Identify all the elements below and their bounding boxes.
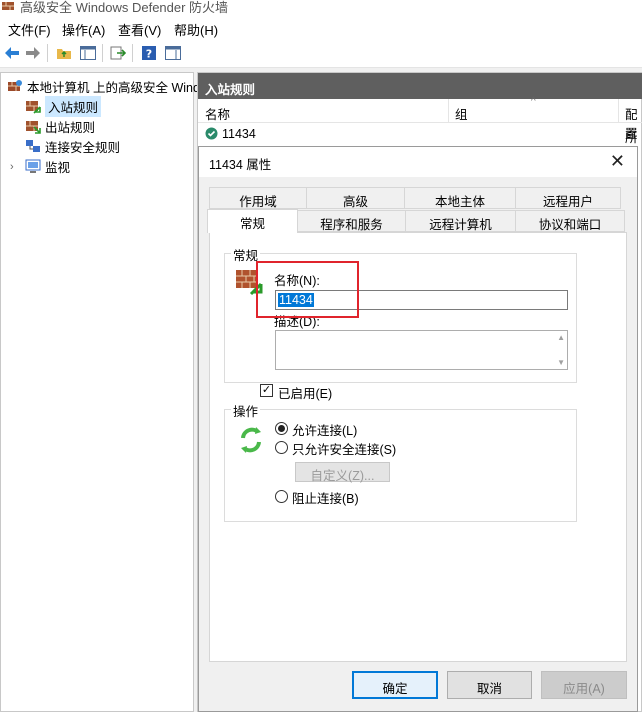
title-bar: 高级安全 Windows Defender 防火墙 bbox=[0, 0, 642, 16]
allow-connection-label: 允许连接(L) bbox=[292, 424, 358, 438]
forward-arrow-icon bbox=[26, 47, 40, 59]
back-arrow-icon bbox=[5, 47, 19, 59]
export-list-button[interactable] bbox=[109, 44, 127, 62]
export-icon bbox=[110, 46, 126, 60]
menu-help[interactable]: 帮助(H) bbox=[174, 20, 218, 39]
action-pane-icon bbox=[165, 46, 181, 60]
dialog-title-bar: 11434 属性 ✕ bbox=[199, 147, 637, 177]
action-group: 操作 允许连接(L) 只允许安全连接(S) 自定义(Z)... 阻止连接(B) bbox=[224, 401, 577, 522]
allow-connection-radio[interactable] bbox=[275, 422, 288, 435]
block-connection-label: 阻止连接(B) bbox=[292, 492, 359, 506]
forward-button[interactable] bbox=[24, 44, 42, 62]
menu-bar: 文件(F) 操作(A) 查看(V) 帮助(H) bbox=[0, 16, 642, 38]
show-action-pane-button[interactable] bbox=[164, 44, 182, 62]
tab-scope[interactable]: 作用域 bbox=[209, 187, 307, 209]
block-connection-radio[interactable] bbox=[275, 490, 288, 503]
monitor-icon bbox=[25, 159, 41, 173]
toolbar: ? bbox=[0, 38, 642, 68]
up-folder-button[interactable] bbox=[55, 44, 73, 62]
tab-remote-users[interactable]: 远程用户 bbox=[515, 187, 621, 209]
folder-up-icon bbox=[57, 49, 71, 59]
column-divider[interactable] bbox=[448, 99, 449, 123]
window-title: 高级安全 Windows Defender 防火墙 bbox=[20, 0, 229, 15]
firewall-app-window: 高级安全 Windows Defender 防火墙 文件(F) 操作(A) 查看… bbox=[0, 0, 642, 712]
column-header-row: 名称 组 ^ 配置 bbox=[198, 96, 642, 141]
customize-button[interactable]: 自定义(Z)... bbox=[295, 462, 390, 483]
dialog-title: 11434 属性 bbox=[209, 158, 272, 172]
rule-properties-dialog: 11434 属性 ✕ 作用域 高级 本地主体 远程用户 常规 程序和服务 远程计… bbox=[198, 146, 638, 712]
tab-advanced[interactable]: 高级 bbox=[306, 187, 405, 209]
outbound-rules-icon bbox=[26, 121, 41, 134]
allow-secure-connection-radio[interactable] bbox=[275, 441, 288, 454]
toolbar-separator bbox=[102, 44, 103, 62]
close-icon[interactable]: ✕ bbox=[610, 151, 625, 172]
tree-item-inbound-rules[interactable]: 入站规则 bbox=[25, 95, 102, 117]
show-hide-tree-button[interactable] bbox=[79, 44, 97, 62]
menu-view[interactable]: 查看(V) bbox=[118, 20, 161, 39]
column-header-name[interactable]: 名称 bbox=[205, 104, 230, 123]
tree-item-outbound-rules[interactable]: 出站规则 bbox=[25, 116, 95, 136]
allow-rule-check-icon bbox=[205, 127, 218, 140]
tree-item-label: 连接安全规则 bbox=[45, 140, 121, 155]
navigation-tree: 本地计算机 上的高级安全 Wind 入站规则 出站规则 连接安全规则 › 监视 bbox=[0, 72, 200, 712]
cancel-button[interactable]: 取消 bbox=[447, 671, 532, 699]
action-group-label: 操作 bbox=[231, 401, 261, 420]
description-field[interactable]: ▲ ▼ bbox=[275, 330, 568, 370]
menu-action[interactable]: 操作(A) bbox=[62, 20, 105, 39]
rule-name-cell: 11434 bbox=[222, 127, 256, 141]
tree-item-label: 监视 bbox=[45, 160, 71, 175]
help-button[interactable]: ? bbox=[140, 44, 158, 62]
scroll-up-icon[interactable]: ▲ bbox=[557, 333, 565, 342]
inbound-rules-icon bbox=[26, 101, 41, 114]
menu-file[interactable]: 文件(F) bbox=[8, 20, 51, 39]
firewall-icon bbox=[2, 2, 14, 10]
tab-local-principals[interactable]: 本地主体 bbox=[404, 187, 516, 209]
tab-general[interactable]: 常规 bbox=[207, 209, 298, 233]
computer-firewall-icon bbox=[8, 80, 22, 91]
connection-security-icon bbox=[26, 140, 40, 152]
tab-protocols-ports[interactable]: 协议和端口 bbox=[515, 210, 625, 232]
red-highlight-box bbox=[256, 261, 359, 318]
console-tree-icon bbox=[80, 46, 96, 60]
toolbar-separator bbox=[47, 44, 48, 62]
apply-button[interactable]: 应用(A) bbox=[541, 671, 627, 699]
tree-item-label: 入站规则 bbox=[45, 95, 102, 117]
table-row[interactable]: 11434 所有 bbox=[198, 125, 642, 164]
expand-chevron-icon[interactable]: › bbox=[10, 161, 14, 173]
tree-item-connection-security-rules[interactable]: 连接安全规则 bbox=[25, 136, 120, 156]
tab-programs-services[interactable]: 程序和服务 bbox=[297, 210, 406, 232]
tree-root[interactable]: 本地计算机 上的高级安全 Wind bbox=[7, 76, 200, 96]
column-header-group[interactable]: 组 bbox=[455, 104, 468, 123]
enabled-label: 已启用(E) bbox=[278, 387, 333, 401]
enabled-checkbox[interactable]: ✓ bbox=[260, 384, 273, 397]
back-button[interactable] bbox=[3, 44, 21, 62]
toolbar-separator bbox=[132, 44, 133, 62]
svg-text:?: ? bbox=[146, 48, 152, 61]
allow-secure-connection-label: 只允许安全连接(S) bbox=[292, 443, 397, 457]
tree-item-monitoring[interactable]: 监视 bbox=[25, 156, 70, 176]
scroll-down-icon[interactable]: ▼ bbox=[557, 358, 565, 367]
tree-item-label: 出站规则 bbox=[45, 120, 96, 135]
list-header: 入站规则 bbox=[198, 73, 642, 99]
tab-remote-computers[interactable]: 远程计算机 bbox=[405, 210, 516, 232]
tree-root-label: 本地计算机 上的高级安全 Wind bbox=[27, 80, 200, 95]
help-icon: ? bbox=[142, 46, 156, 61]
refresh-action-icon bbox=[241, 427, 261, 453]
ok-button[interactable]: 确定 bbox=[352, 671, 438, 699]
column-divider[interactable] bbox=[618, 99, 619, 123]
sort-up-icon: ^ bbox=[531, 96, 536, 107]
